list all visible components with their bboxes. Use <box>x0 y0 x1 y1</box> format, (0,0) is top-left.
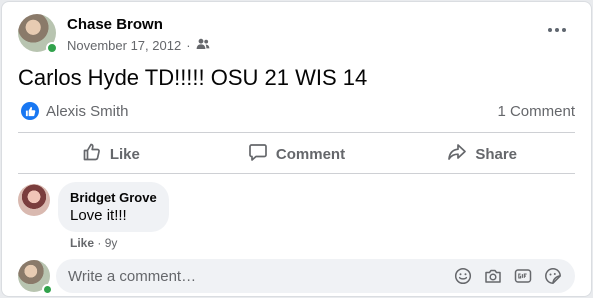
reactions-bar: Alexis Smith 1 Comment <box>18 100 575 124</box>
action-bar: Like Comment Share <box>18 135 575 173</box>
like-reaction-icon[interactable] <box>21 102 39 120</box>
comment-separator: · <box>97 236 102 250</box>
share-icon <box>447 142 467 166</box>
comment-icon <box>248 142 268 166</box>
comment-time[interactable]: 9y <box>105 236 118 250</box>
post-header: Chase Brown November 17, 2012 · <box>18 14 575 58</box>
comment-button[interactable]: Comment <box>204 135 390 173</box>
camera-icon[interactable] <box>483 266 503 286</box>
post-text: Carlos Hyde TD!!!!! OSU 21 WIS 14 <box>18 65 368 90</box>
online-status-dot <box>46 42 58 54</box>
post-card: Chase Brown November 17, 2012 · Carlos H… <box>1 1 592 297</box>
share-label: Share <box>475 145 518 163</box>
reactor-name[interactable]: Alexis Smith <box>46 103 129 120</box>
comment-input[interactable] <box>68 267 453 285</box>
share-button[interactable]: Share <box>389 135 575 173</box>
online-status-dot <box>42 284 53 295</box>
more-options-icon[interactable] <box>545 20 569 40</box>
comment-composer <box>18 259 575 295</box>
composer-tools <box>453 266 563 286</box>
meta-separator: · <box>186 38 191 53</box>
comment-label: Comment <box>275 145 346 163</box>
author-avatar[interactable] <box>18 14 58 54</box>
comment-text: Love it!!! <box>70 207 127 224</box>
comment-count[interactable]: 1 Comment <box>497 103 575 120</box>
post-meta: November 17, 2012 · <box>67 38 210 53</box>
comment-actions: Like · 9y <box>70 236 117 250</box>
current-user-avatar[interactable] <box>18 260 53 295</box>
sticker-icon[interactable] <box>543 266 563 286</box>
commenter-avatar[interactable] <box>18 184 50 216</box>
like-label: Like <box>109 145 140 163</box>
thumbs-up-icon <box>82 142 102 166</box>
like-button[interactable]: Like <box>18 135 204 173</box>
emoji-icon[interactable] <box>453 266 473 286</box>
divider <box>18 132 575 133</box>
friends-icon[interactable] <box>196 38 210 53</box>
gif-icon[interactable] <box>513 266 533 286</box>
post-date[interactable]: November 17, 2012 <box>67 38 181 53</box>
divider <box>18 173 575 174</box>
author-name[interactable]: Chase Brown <box>67 16 163 33</box>
commenter-name[interactable]: Bridget Grove <box>70 190 157 205</box>
comment-like-button[interactable]: Like <box>70 236 94 250</box>
comment-bubble: Bridget Grove Love it!!! <box>58 182 169 232</box>
comment-input-wrapper <box>56 259 575 293</box>
